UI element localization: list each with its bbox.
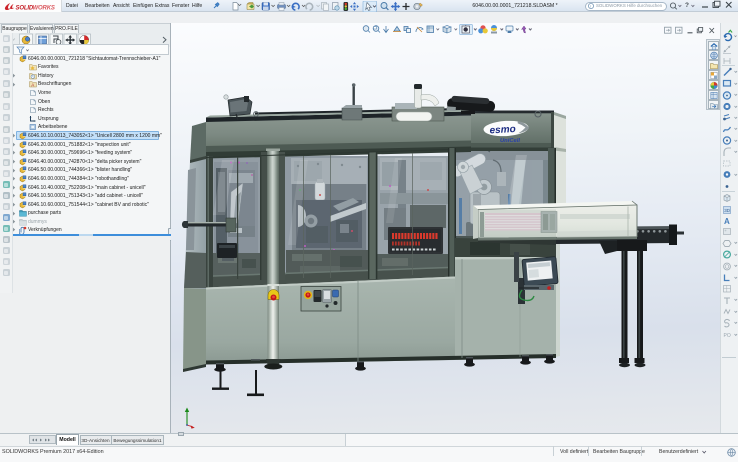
svg-text:esmo: esmo xyxy=(489,124,516,136)
svg-text:3D: 3D xyxy=(724,208,731,213)
svg-text:UniCell: UniCell xyxy=(500,138,520,144)
svg-text:A: A xyxy=(724,217,730,226)
svg-text:WORKS: WORKS xyxy=(33,6,55,11)
svg-text:PO: PO xyxy=(724,333,731,339)
svg-text:SOLID: SOLID xyxy=(16,6,34,11)
svg-text:i: i xyxy=(590,4,591,9)
